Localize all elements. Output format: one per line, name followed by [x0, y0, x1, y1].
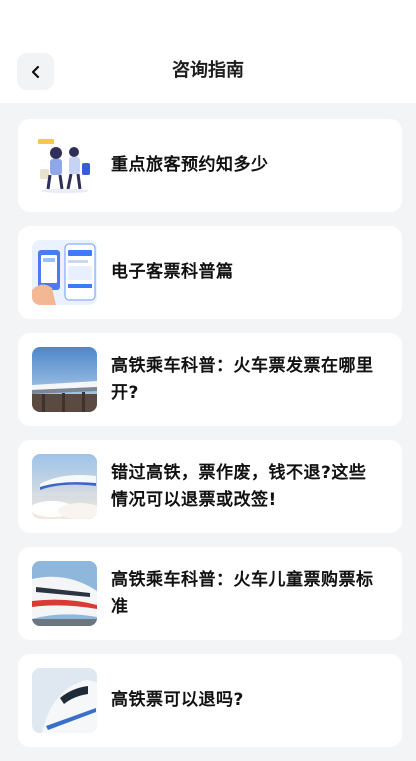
article-list: 重点旅客预约知多少 电子客票科普篇 高铁乘车科普：火车票发票在哪里开? 错过高铁…: [18, 119, 402, 761]
article-card[interactable]: 错过高铁，票作废，钱不退?这些情况可以退票或改签!: [18, 440, 402, 533]
article-title: 高铁乘车科普：火车儿童票购票标准: [111, 569, 374, 617]
article-card[interactable]: 高铁票可以退吗?: [18, 654, 402, 747]
top-bar: 咨询指南: [0, 0, 416, 103]
article-card[interactable]: 电子客票科普篇: [18, 226, 402, 319]
article-title: 重点旅客预约知多少: [111, 155, 269, 175]
article-thumbnail: [32, 133, 97, 198]
article-thumbnail: [32, 561, 97, 626]
article-title: 电子客票科普篇: [111, 262, 234, 282]
article-thumbnail: [32, 240, 97, 305]
article-card[interactable]: 高铁乘车科普：火车儿童票购票标准: [18, 547, 402, 640]
article-card[interactable]: 重点旅客预约知多少: [18, 119, 402, 212]
article-card[interactable]: 高铁乘车科普：火车票发票在哪里开?: [18, 333, 402, 426]
article-thumbnail: [32, 454, 97, 519]
article-title: 错过高铁，票作废，钱不退?这些情况可以退票或改签!: [111, 462, 367, 510]
page-title: 咨询指南: [172, 60, 244, 81]
article-title: 高铁票可以退吗?: [111, 690, 244, 710]
article-title: 高铁乘车科普：火车票发票在哪里开?: [111, 355, 374, 403]
article-thumbnail: [32, 668, 97, 733]
article-thumbnail: [32, 347, 97, 412]
